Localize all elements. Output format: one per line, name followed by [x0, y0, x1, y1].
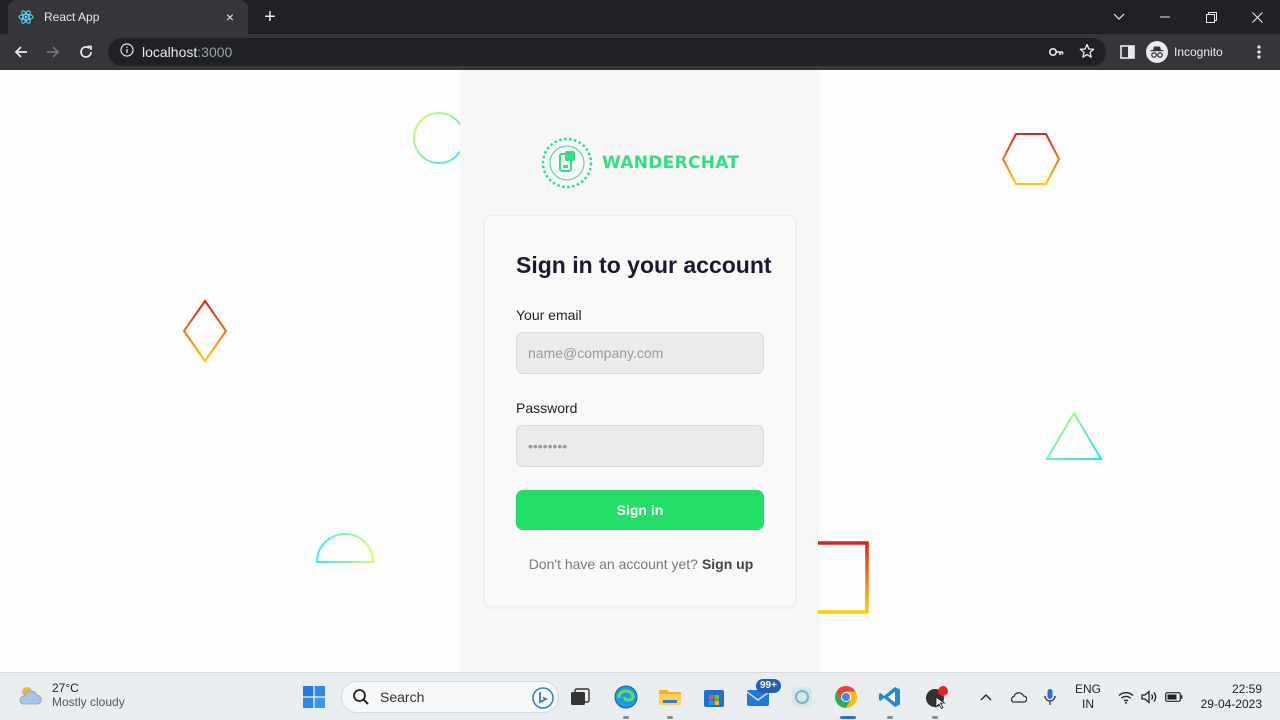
language-code: ENG	[1074, 682, 1101, 696]
onedrive-cloud-icon[interactable]	[1004, 683, 1032, 711]
system-clock[interactable]: 22:59 29-04-2023	[1192, 682, 1262, 712]
brand-logo: WANDERCHAT	[540, 136, 739, 190]
weather-temperature: 27°C	[52, 681, 79, 695]
file-explorer-icon[interactable]	[656, 683, 684, 711]
signup-prompt-row: Don't have an account yet? Sign up	[485, 556, 797, 572]
triangle-shape-decoration	[1045, 411, 1103, 460]
microsoft-store-icon[interactable]	[700, 683, 728, 711]
incognito-profile[interactable]: Incognito	[1146, 39, 1223, 65]
square-shape-decoration	[818, 541, 869, 614]
close-window-button[interactable]	[1234, 0, 1280, 34]
task-view-icon[interactable]	[566, 683, 594, 711]
incognito-icon	[1146, 41, 1168, 63]
email-label: Your email	[516, 307, 582, 323]
password-label: Password	[516, 400, 578, 416]
forward-button[interactable]	[40, 39, 66, 65]
taskbar-search[interactable]: Search	[341, 681, 559, 713]
wanderchat-logo-icon	[541, 137, 593, 189]
chrome-active-indicator	[840, 716, 856, 719]
edge-running-indicator	[623, 716, 629, 719]
camera-app-icon[interactable]	[788, 683, 816, 711]
chrome-icon[interactable]	[832, 683, 860, 711]
page-title: Sign in to your account	[516, 252, 772, 278]
hexagon-shape-decoration	[1001, 133, 1061, 185]
url-port: :3000	[197, 44, 233, 60]
windows-logo-icon	[303, 686, 325, 708]
tab-title: React App	[44, 10, 100, 24]
battery-icon[interactable]	[1160, 683, 1188, 711]
edge-icon[interactable]	[612, 683, 640, 711]
tab-close-icon[interactable]: ×	[222, 9, 238, 25]
recorder-app-icon[interactable]	[922, 683, 950, 711]
recorder-running-indicator	[932, 716, 938, 719]
key-icon[interactable]	[1048, 44, 1064, 65]
tab-search-icon[interactable]	[1096, 0, 1142, 34]
url-host: localhost	[142, 44, 198, 60]
mail-app[interactable]: 99+	[744, 679, 781, 711]
browser-menu-icon[interactable]	[1246, 39, 1272, 65]
clock-time: 22:59	[1231, 682, 1262, 696]
sign-up-link[interactable]: Sign up	[702, 556, 753, 572]
mail-badge: 99+	[756, 679, 781, 693]
reload-button[interactable]	[73, 39, 99, 65]
search-label: Search	[380, 689, 425, 705]
clock-date: 29-04-2023	[1200, 697, 1262, 711]
page-viewport: WANDERCHAT Sign in to your account Your …	[0, 70, 1280, 672]
cloud-sun-icon	[19, 687, 42, 705]
back-button[interactable]	[8, 39, 34, 65]
explorer-running-indicator	[667, 716, 673, 719]
region-code: IN	[1082, 697, 1094, 711]
circle-shape-decoration	[413, 112, 465, 164]
new-tab-button[interactable]: +	[259, 6, 281, 28]
browser-tab[interactable]: React App ×	[8, 0, 248, 34]
search-icon	[353, 689, 369, 705]
sign-in-button[interactable]: Sign in	[516, 490, 764, 530]
email-field[interactable]	[516, 332, 764, 374]
taskbar: 27°C Mostly cloudy Search 99+ ENG IN 22:…	[0, 672, 1280, 720]
password-field[interactable]	[516, 425, 764, 467]
vscode-running-indicator	[887, 716, 893, 719]
start-button[interactable]	[300, 683, 328, 711]
site-info-icon[interactable]	[120, 42, 134, 62]
input-language[interactable]: ENG IN	[1068, 682, 1108, 712]
browser-toolbar: localhost:3000 Incognito	[0, 34, 1280, 70]
react-icon	[18, 9, 34, 25]
restore-button[interactable]	[1188, 0, 1234, 34]
circle-shape-clip	[460, 106, 472, 168]
weather-description: Mostly cloudy	[52, 695, 125, 709]
address-bar[interactable]: localhost:3000	[108, 38, 1106, 66]
chevron-up-icon[interactable]	[972, 683, 1000, 711]
vscode-icon[interactable]	[876, 683, 904, 711]
bing-icon	[532, 687, 554, 709]
signin-card: Sign in to your account Your email Passw…	[484, 215, 796, 607]
semicircle-shape-decoration	[315, 533, 375, 563]
brand-name: WANDERCHAT	[602, 153, 740, 173]
minimize-button[interactable]	[1142, 0, 1188, 34]
microphone-icon[interactable]	[1036, 683, 1064, 711]
weather-widget[interactable]: 27°C Mostly cloudy	[16, 681, 125, 709]
diamond-shape-decoration	[182, 299, 228, 363]
tab-strip: React App × +	[0, 0, 1280, 34]
incognito-label: Incognito	[1174, 45, 1223, 59]
bookmark-star-icon[interactable]	[1079, 43, 1095, 64]
signup-prompt-text: Don't have an account yet?	[528, 556, 698, 572]
side-panel-icon[interactable]	[1114, 39, 1140, 65]
